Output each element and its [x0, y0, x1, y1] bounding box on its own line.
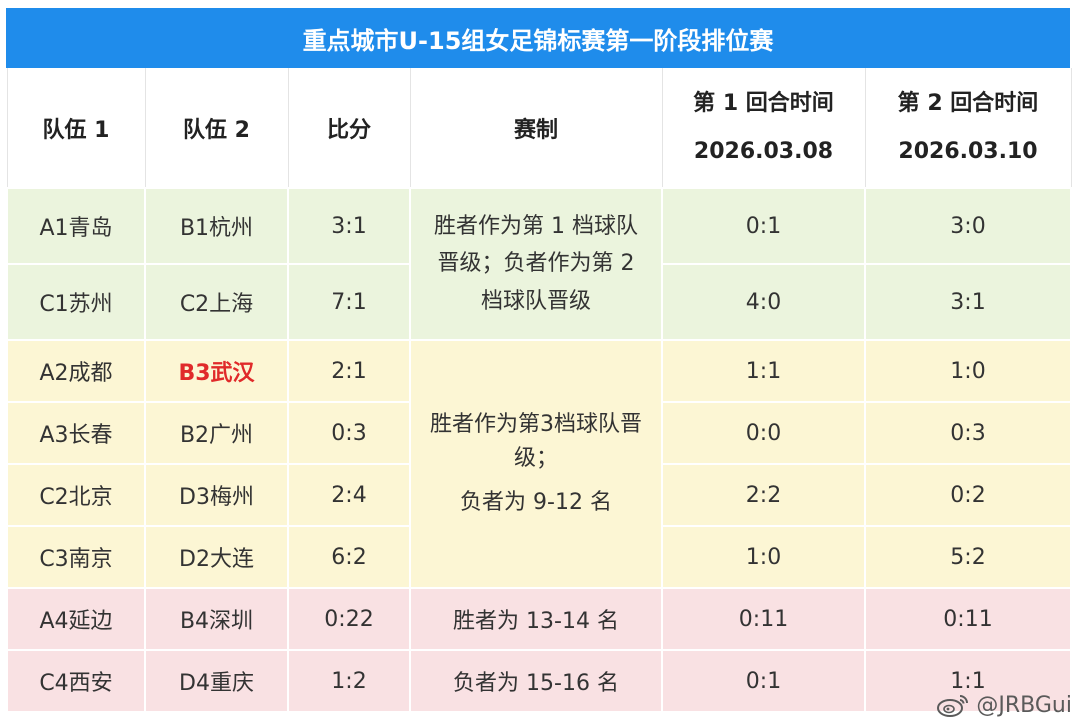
format-line2: 负者为 9-12 名 — [460, 490, 612, 516]
score-cell: 6:2 — [287, 525, 411, 589]
table-row: A2成都 B3武汉 2:1 胜者作为第3档球队晋级； 负者为 9-12 名 1:… — [6, 339, 1072, 589]
table-row: A4延边 B4深圳 0:22 胜者为 13-14 名 0:11 0:11 — [6, 587, 1072, 651]
score-cell: 7:1 — [287, 263, 411, 341]
round2-cell: 3:0 — [864, 187, 1072, 265]
weibo-icon — [937, 695, 969, 717]
score-cell: 0:3 — [287, 401, 411, 465]
header-row: 队伍 1 队伍 2 比分 赛制 第 1 回合时间 2026.03.08 第 2 … — [6, 68, 1072, 189]
team2-cell: D2大连 — [144, 525, 289, 589]
header-round1-label: 第 1 回合时间 — [693, 90, 834, 116]
score-cell: 1:2 — [287, 649, 411, 713]
round2-cell: 3:1 — [864, 263, 1072, 341]
team2-cell: D3梅州 — [144, 463, 289, 527]
team2-cell-highlighted: B3武汉 — [144, 339, 289, 403]
watermark-text: @JRBGui — [976, 692, 1072, 718]
header-format: 赛制 — [409, 68, 663, 189]
team1-cell: A1青岛 — [6, 187, 146, 265]
round2-cell: 0:11 — [864, 587, 1072, 651]
round1-cell: 1:1 — [661, 339, 866, 403]
round1-cell: 2:2 — [661, 463, 866, 527]
team2-cell: C2上海 — [144, 263, 289, 341]
header-round1: 第 1 回合时间 2026.03.08 — [661, 68, 866, 189]
team2-cell: B2广州 — [144, 401, 289, 465]
round2-cell: 1:0 — [864, 339, 1072, 403]
score-cell: 2:4 — [287, 463, 411, 527]
round1-cell: 0:11 — [661, 587, 866, 651]
format-cell: 负者为 15-16 名 — [409, 649, 663, 713]
format-text: 胜者作为第 1 档球队晋级；负者作为第 2 档球队晋级 — [434, 213, 638, 314]
round1-cell: 1:0 — [661, 525, 866, 589]
team1-cell: C2北京 — [6, 463, 146, 527]
round1-cell: 0:0 — [661, 401, 866, 465]
team1-cell: A2成都 — [6, 339, 146, 403]
team1-cell: A4延边 — [6, 587, 146, 651]
score-cell: 2:1 — [287, 339, 411, 403]
format-cell: 胜者为 13-14 名 — [409, 587, 663, 651]
round2-cell: 5:2 — [864, 525, 1072, 589]
header-score: 比分 — [287, 68, 411, 189]
round1-cell: 4:0 — [661, 263, 866, 341]
team2-cell: B1杭州 — [144, 187, 289, 265]
header-team1: 队伍 1 — [6, 68, 146, 189]
table-row: A1青岛 B1杭州 3:1 胜者作为第 1 档球队晋级；负者作为第 2 档球队晋… — [6, 187, 1072, 341]
round1-cell: 0:1 — [661, 649, 866, 713]
header-round2: 第 2 回合时间 2026.03.10 — [864, 68, 1072, 189]
team2-cell: D4重庆 — [144, 649, 289, 713]
round1-cell: 0:1 — [661, 187, 866, 265]
standings-table-container: 重点城市U-15组女足锦标赛第一阶段排位赛 队伍 1 队伍 2 比分 赛制 第 … — [6, 8, 1072, 713]
header-team2: 队伍 2 — [144, 68, 289, 189]
table-title: 重点城市U-15组女足锦标赛第一阶段排位赛 — [6, 8, 1070, 68]
watermark: @JRBGui — [936, 692, 1072, 718]
format-line1: 胜者作为第3档球队晋级； — [430, 411, 642, 471]
round2-cell: 0:3 — [864, 401, 1072, 465]
team2-cell: B4深圳 — [144, 587, 289, 651]
team1-cell: C4西安 — [6, 649, 146, 713]
team1-cell: A3长春 — [6, 401, 146, 465]
format-cell: 胜者作为第3档球队晋级； 负者为 9-12 名 — [409, 339, 663, 589]
team1-cell: C1苏州 — [6, 263, 146, 341]
round2-cell: 0:2 — [864, 463, 1072, 527]
ranking-table: 队伍 1 队伍 2 比分 赛制 第 1 回合时间 2026.03.08 第 2 … — [6, 68, 1072, 713]
table-row: C4西安 D4重庆 1:2 负者为 15-16 名 0:1 1:1 — [6, 649, 1072, 713]
header-round2-date: 2026.03.10 — [898, 138, 1038, 164]
format-cell: 胜者作为第 1 档球队晋级；负者作为第 2 档球队晋级 — [409, 187, 663, 341]
score-cell: 0:22 — [287, 587, 411, 651]
header-round2-label: 第 2 回合时间 — [897, 90, 1039, 116]
score-cell: 3:1 — [287, 187, 411, 265]
team1-cell: C3南京 — [6, 525, 146, 589]
header-round1-date: 2026.03.08 — [693, 138, 834, 164]
